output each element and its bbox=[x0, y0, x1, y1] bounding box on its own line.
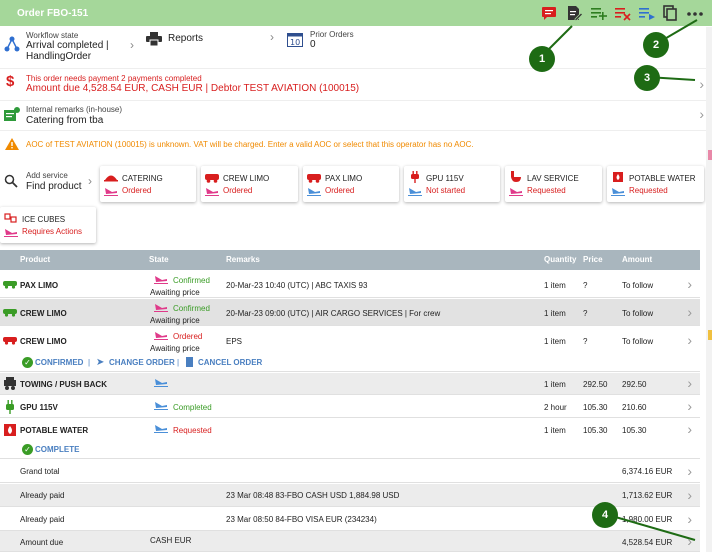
annotation-badge-4: 4 bbox=[592, 502, 618, 528]
annotation-overlay bbox=[540, 19, 698, 541]
annotation-badge-2: 2 bbox=[643, 32, 669, 58]
annotation-badge-3: 3 bbox=[634, 65, 660, 91]
order-window: Order FBO-151 Workflow state Arrival com… bbox=[0, 0, 712, 552]
annotation-badge-1: 1 bbox=[529, 46, 555, 72]
